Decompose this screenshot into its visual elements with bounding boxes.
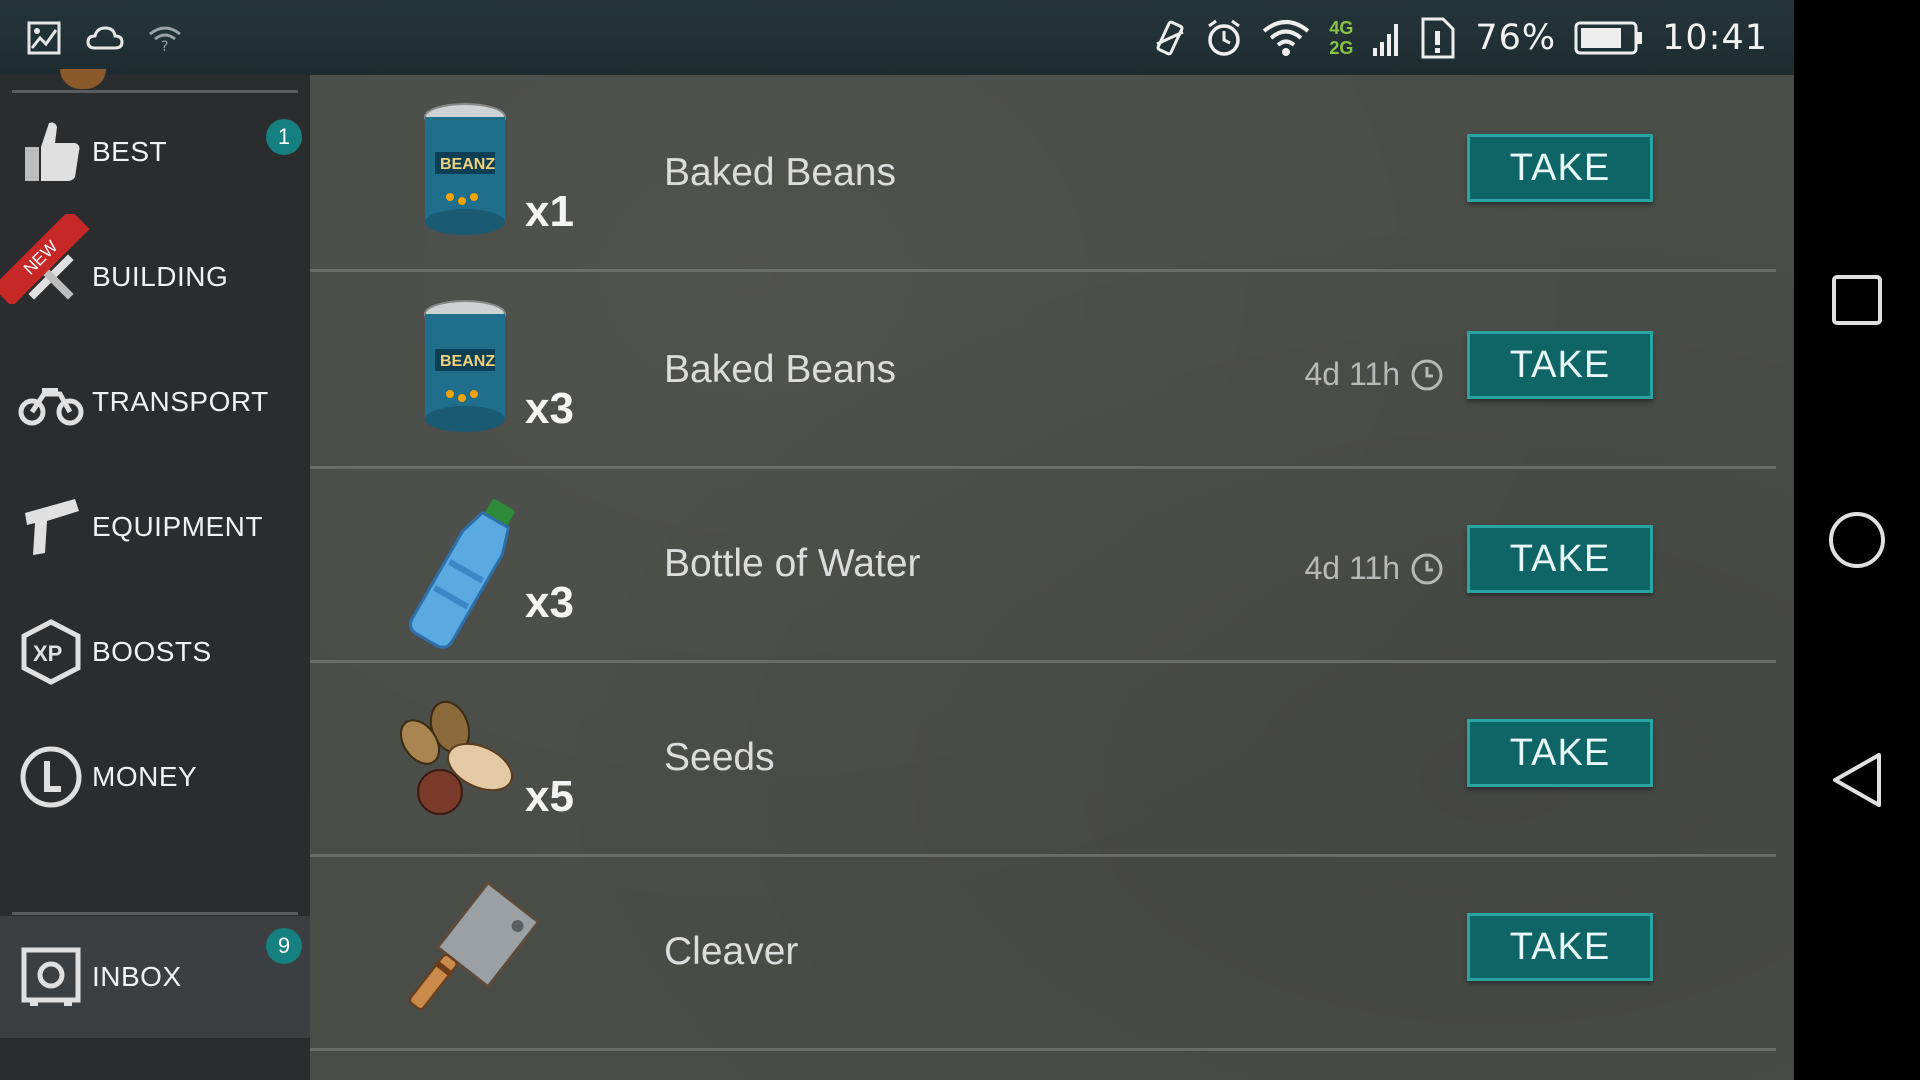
take-button[interactable]: TAKE (1467, 331, 1653, 399)
item-name: Cleaver (664, 930, 799, 973)
list-item: x3 Bottle of Water 4d 11h TAKE (310, 466, 1776, 663)
take-button[interactable]: TAKE (1467, 719, 1653, 787)
vibrate-icon (1153, 18, 1187, 58)
square-icon (1832, 275, 1882, 325)
network-type: 4G 2G (1329, 17, 1354, 58)
timer-text: 4d 11h (1304, 356, 1401, 392)
inbox-badge: 9 (266, 928, 302, 964)
clock-time: 10:41 (1662, 17, 1768, 58)
signal-icon (1371, 18, 1401, 58)
sidebar-item-building[interactable]: NEW BUILDING (0, 214, 310, 339)
item-quantity: x3 (525, 384, 574, 433)
pistol-icon (16, 492, 86, 562)
list-item: BEANZ x1 Baked Beans TAKE (310, 75, 1776, 272)
inbox-reward-list: BEANZ x1 Baked Beans TAKE BEANZ x3 Baked… (310, 75, 1794, 1080)
take-button[interactable]: TAKE (1467, 913, 1653, 981)
battery-icon (1574, 21, 1644, 55)
wifi-question-icon: ? (148, 24, 182, 52)
safe-icon (16, 942, 86, 1012)
cloud-icon (86, 25, 124, 51)
beans-can-icon: BEANZ (390, 97, 540, 247)
best-badge: 1 (266, 119, 302, 155)
expiry-timer: 4d 11h (1305, 356, 1445, 393)
take-button[interactable]: TAKE (1467, 525, 1653, 593)
recent-apps-button[interactable] (1794, 237, 1920, 363)
wifi-icon (1261, 19, 1311, 57)
clock-icon (1411, 359, 1443, 390)
item-quantity: x3 (525, 578, 574, 627)
thumbs-up-icon (16, 117, 86, 187)
new-ribbon: NEW (0, 214, 90, 304)
triangle-back-icon (1833, 753, 1881, 807)
motorcycle-icon (16, 367, 86, 437)
sidebar-item-inbox[interactable]: INBOX 9 (0, 916, 310, 1038)
sidebar-item-money[interactable]: MONEY (0, 714, 310, 839)
alarm-icon (1205, 18, 1243, 58)
item-quantity: x5 (525, 772, 574, 821)
svg-text:XP: XP (33, 641, 62, 666)
item-name: Bottle of Water (664, 542, 921, 585)
item-quantity: x1 (525, 187, 574, 236)
avatar (60, 69, 106, 89)
shop-sidebar: BEST 1 NEW BUILDING TRANSPORT EQUIPMENT … (0, 69, 310, 1080)
sidebar-item-equipment[interactable]: EQUIPMENT (0, 464, 310, 589)
seeds-icon (390, 682, 540, 832)
circle-icon (1829, 512, 1885, 568)
sim-alert-icon (1419, 15, 1457, 61)
sidebar-item-best[interactable]: BEST 1 (0, 89, 310, 214)
status-bar: ? 4G 2G 76% 10:41 (0, 0, 1794, 75)
item-name: Baked Beans (664, 348, 897, 391)
item-name: Baked Beans (664, 151, 897, 194)
xp-icon: XP (16, 617, 86, 687)
list-item: Cleaver TAKE (310, 854, 1776, 1051)
coin-icon (16, 742, 86, 812)
can-label: BEANZ (440, 353, 495, 370)
take-button[interactable]: TAKE (1467, 134, 1653, 202)
android-nav-bar (1794, 0, 1920, 1080)
cleaver-icon (390, 876, 541, 1026)
gallery-icon (26, 20, 62, 56)
item-name: Seeds (664, 736, 775, 779)
divider (12, 912, 298, 915)
home-button[interactable] (1794, 477, 1920, 603)
timer-text: 4d 11h (1304, 550, 1401, 586)
expiry-timer: 4d 11h (1305, 550, 1445, 587)
battery-percent: 76% (1475, 17, 1557, 58)
list-item: x5 Seeds TAKE (310, 660, 1776, 857)
list-item: BEANZ x3 Baked Beans 4d 11h TAKE (310, 272, 1776, 469)
sidebar-item-boosts[interactable]: XP BOOSTS (0, 589, 310, 714)
water-bottle-icon (390, 488, 540, 649)
beans-can-icon: BEANZ (390, 294, 540, 444)
back-button[interactable] (1794, 717, 1920, 843)
can-label: BEANZ (440, 156, 495, 173)
sidebar-item-transport[interactable]: TRANSPORT (0, 339, 310, 464)
svg-text:?: ? (161, 39, 168, 52)
clock-icon (1411, 553, 1443, 584)
